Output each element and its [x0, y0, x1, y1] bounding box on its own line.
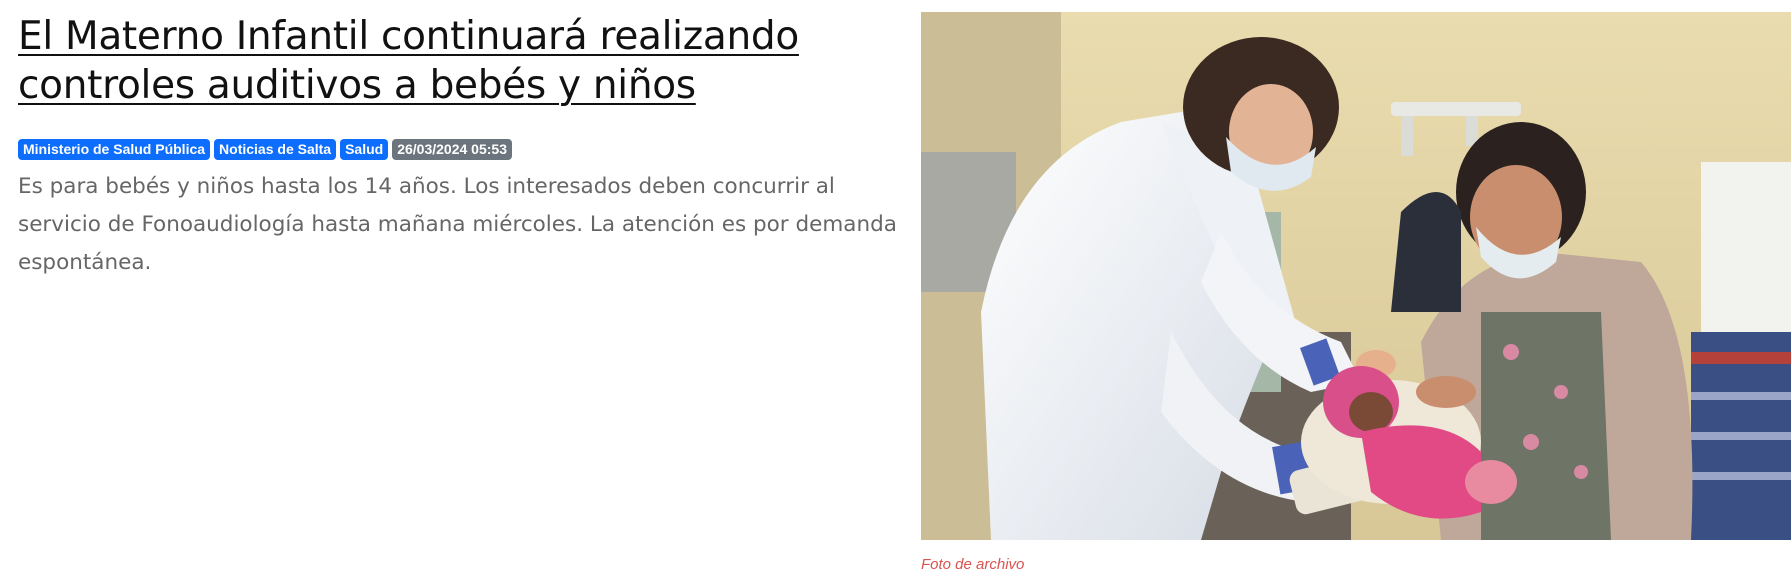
- tag-ministerio-salud[interactable]: Ministerio de Salud Pública: [18, 139, 211, 160]
- article-title-link[interactable]: El Materno Infantil continuará realizand…: [18, 14, 799, 108]
- date-badge: 26/03/2024 05:53: [392, 139, 512, 160]
- tag-noticias-salta[interactable]: Noticias de Salta: [214, 139, 337, 160]
- news-article: El Materno Infantil continuará realizand…: [0, 0, 1791, 573]
- article-photo-image: [921, 12, 1791, 540]
- article-photo[interactable]: [921, 12, 1791, 540]
- article-summary: Es para bebés y niños hasta los 14 años.…: [18, 174, 897, 275]
- tag-salud[interactable]: Salud: [340, 139, 389, 160]
- article-title: El Materno Infantil continuará realizand…: [18, 12, 898, 110]
- photo-caption: Foto de archivo: [921, 556, 1025, 573]
- article-text-column: El Materno Infantil continuará realizand…: [18, 12, 898, 275]
- article-tags: Ministerio de Salud Pública Noticias de …: [18, 139, 512, 160]
